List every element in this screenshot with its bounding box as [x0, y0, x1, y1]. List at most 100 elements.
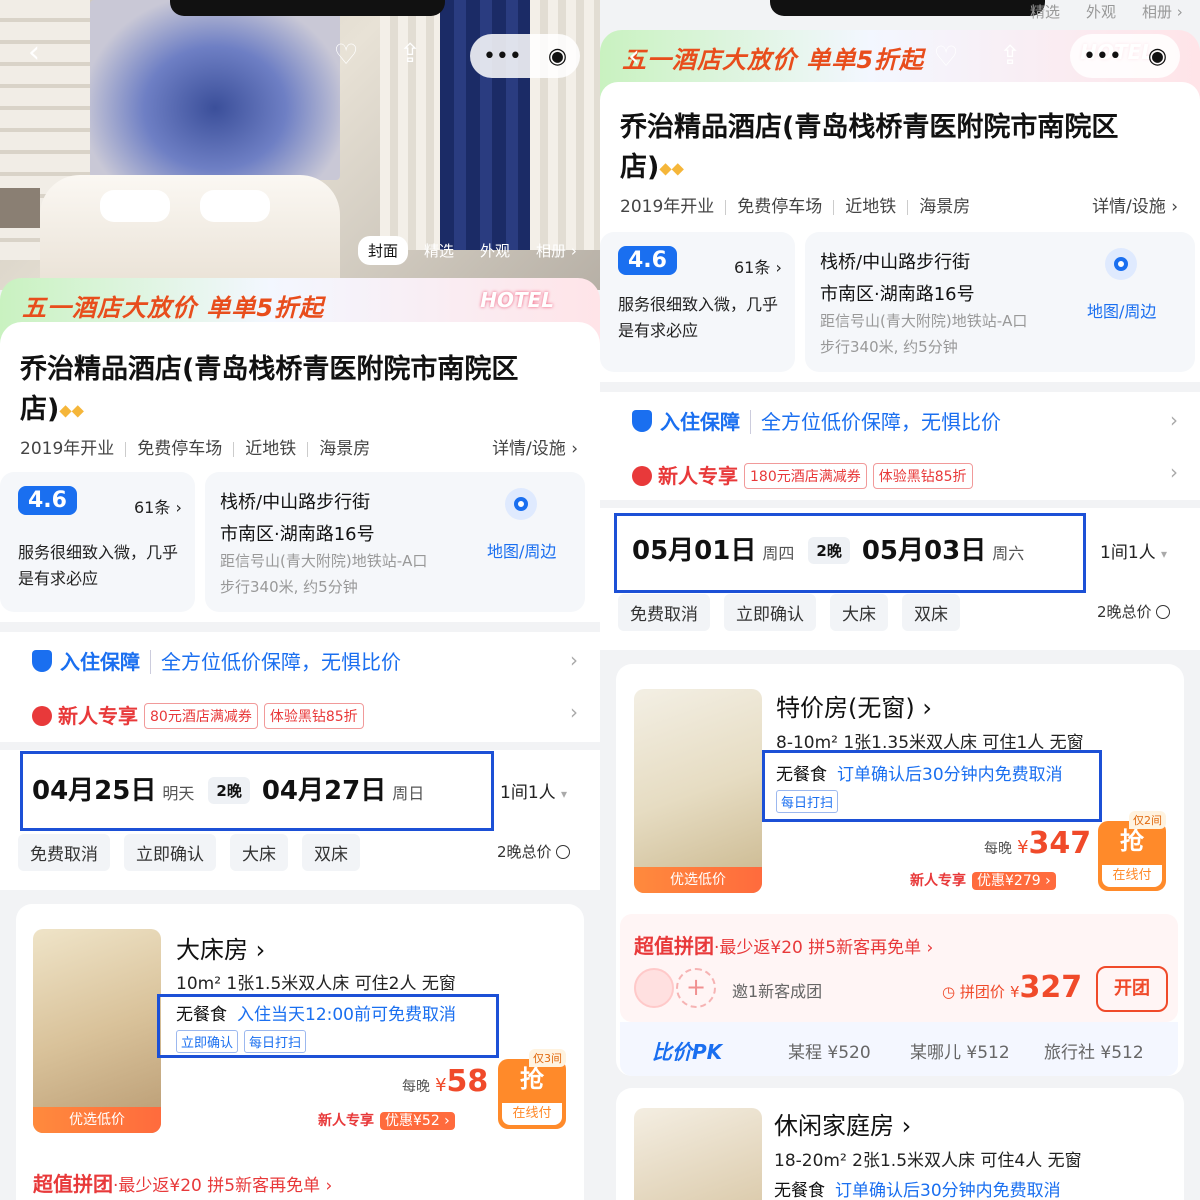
more-icon[interactable]: •••: [483, 44, 522, 69]
rooms-guests-selector[interactable]: 1间1人 ▾: [1100, 538, 1167, 563]
diamond-rating-icon: ◆◆: [659, 158, 684, 178]
address-box[interactable]: 栈桥/中山路步行街 市南区·湖南路16号 距信号山(青大附院)地铁站-A口 步行3…: [205, 472, 585, 612]
area-name: 栈桥/中山路步行街: [820, 252, 971, 273]
photo-tab-selected[interactable]: 精选: [414, 236, 464, 265]
highlight-box-dates: [20, 751, 494, 831]
details-link[interactable]: 详情/设施 ›: [1092, 192, 1178, 217]
price-compare-bar[interactable]: 比价PK 某程 ¥520 某哪儿 ¥512 旅行社 ¥512: [620, 1022, 1178, 1076]
diamond-rating-icon: ◆◆: [59, 400, 84, 420]
gift-icon: [632, 466, 652, 486]
room-card[interactable]: 优选低价 特价房(无窗) › 8-10m² 1张1.35米双人床 可住1人 无窗…: [616, 664, 1184, 1076]
filter-king-bed[interactable]: 大床: [230, 834, 288, 871]
room-name[interactable]: 大床房 ›: [176, 930, 265, 965]
room-image[interactable]: [634, 1108, 762, 1200]
group-price: ◷ 拼团价 ¥327: [942, 970, 1083, 1005]
filter-twin-bed[interactable]: 双床: [302, 834, 360, 871]
hotel-info-card: 乔治精品酒店(青岛栈桥青医附院市南院区店)◆◆ 2019年开业 免费停车场 近地铁海…: [0, 322, 600, 750]
hotel-title: 乔治精品酒店(青岛栈桥青医附院市南院区店)◆◆: [20, 354, 519, 425]
guarantee-row[interactable]: 入住保障 全方位低价保障，无惧比价: [632, 406, 1001, 435]
checkbox-icon: [1156, 605, 1171, 619]
hotel-info-card: 乔治精品酒店(青岛栈桥青医附院市南院区店)◆◆ 2019年开业 免费停车场 近地铁海…: [600, 82, 1200, 382]
filter-free-cancel[interactable]: 免费取消: [18, 834, 110, 871]
mini-program-capsule[interactable]: ••• ◉: [470, 34, 580, 78]
filter-instant-confirm[interactable]: 立即确认: [724, 594, 816, 631]
back-icon[interactable]: ‹: [14, 32, 54, 72]
mini-program-capsule[interactable]: ••• ◉: [1070, 34, 1180, 78]
chevron-right-icon: ›: [570, 700, 578, 724]
room-name[interactable]: 休闲家庭房 ›: [774, 1106, 911, 1141]
room-spec: 18-20m² 2张1.5米双人床 可住4人 无窗: [774, 1151, 1082, 1171]
room-image[interactable]: 优选低价: [33, 929, 161, 1133]
review-summary[interactable]: 4.6 61条 › 服务很细致入微，几乎是有求必应: [0, 472, 195, 612]
checkbox-icon: [556, 845, 571, 859]
book-button[interactable]: 仅3间抢在线付: [498, 1049, 566, 1129]
hotel-title: 乔治精品酒店(青岛栈桥青医附院市南院区店)◆◆: [620, 112, 1119, 183]
coupon-tag: 80元酒店满减券: [144, 703, 258, 729]
price-compare-title: 比价PK: [652, 1040, 723, 1064]
coupon-tag: 180元酒店满减券: [744, 463, 867, 489]
photo-tab-exterior[interactable]: 外观: [470, 236, 520, 265]
room-price: 每晚 ¥347: [984, 826, 1092, 861]
location-pin-icon: [1105, 248, 1137, 280]
plus-icon[interactable]: +: [676, 968, 716, 1008]
new-user-discount: 新人专享 优惠¥279 ›: [910, 870, 1056, 890]
phone-notch: [170, 0, 445, 16]
more-icon[interactable]: •••: [1083, 44, 1122, 69]
compare-item: 某哪儿 ¥512: [910, 1043, 1010, 1063]
review-count[interactable]: 61条 ›: [734, 254, 782, 278]
shield-icon: [632, 410, 652, 432]
back-icon[interactable]: ‹: [614, 36, 654, 76]
highlight-box-cancel: [157, 994, 499, 1058]
share-icon[interactable]: ⇪: [990, 36, 1030, 76]
left-screenshot: ‹ ♡ ⇪ ••• ◉ 封面 精选 外观 相册 › 五一酒店大放价 单单5折起 H…: [0, 0, 600, 1200]
filter-free-cancel[interactable]: 免费取消: [618, 594, 710, 631]
start-group-button[interactable]: 开团: [1096, 966, 1168, 1012]
score-badge: 4.6: [18, 486, 77, 515]
chevron-right-icon: ›: [570, 648, 578, 672]
black-diamond-tag: 体验黑钻85折: [263, 703, 364, 729]
phone-notch: [770, 0, 1045, 16]
filter-chips: 免费取消 立即确认 大床 双床: [618, 594, 960, 631]
share-icon[interactable]: ⇪: [390, 34, 430, 74]
promo-banner-text: 五一酒店大放价 单单5折起: [622, 46, 925, 74]
score-badge: 4.6: [618, 246, 677, 275]
address-box[interactable]: 栈桥/中山路步行街 市南区·湖南路16号 距信号山(青大附院)地铁站-A口 步行3…: [805, 232, 1195, 372]
new-user-discount: 新人专享 优惠¥52 ›: [318, 1110, 455, 1130]
room-image[interactable]: 优选低价: [634, 689, 762, 893]
room-card[interactable]: 休闲家庭房 › 18-20m² 2张1.5米双人床 可住4人 无窗 无餐食 订单确…: [616, 1088, 1184, 1200]
photo-tab-album[interactable]: 相册 ›: [526, 236, 587, 265]
total-price-toggle[interactable]: 2晚总价: [1097, 601, 1171, 622]
details-link[interactable]: 详情/设施 ›: [492, 434, 578, 459]
right-screenshot: 精选外观相册 › 五一酒店大放价 单单5折起 HOTEL ‹ ♡ ⇪ •••◉ …: [600, 0, 1200, 1200]
map-link[interactable]: 地图/周边: [1087, 298, 1156, 322]
new-user-row[interactable]: 新人专享 180元酒店满减券 体验黑钻85折: [632, 460, 973, 489]
book-button[interactable]: 仅2间抢在线付: [1098, 811, 1166, 891]
room-name[interactable]: 特价房(无窗) ›: [776, 688, 932, 723]
filter-king-bed[interactable]: 大床: [830, 594, 888, 631]
filter-twin-bed[interactable]: 双床: [902, 594, 960, 631]
new-user-row[interactable]: 新人专享 80元酒店满减券 体验黑钻85折: [32, 700, 364, 729]
total-price-toggle[interactable]: 2晚总价: [497, 841, 571, 862]
guarantee-row[interactable]: 入住保障 全方位低价保障，无惧比价: [32, 646, 401, 675]
group-buy-section: 超值拼团·最少返¥20 拼5新客再免单 › + 邀1新客成团 ◷ 拼团价 ¥32…: [620, 914, 1178, 1022]
review-count[interactable]: 61条 ›: [134, 494, 182, 518]
street-address: 市南区·湖南路16号: [220, 524, 375, 545]
close-circle-icon[interactable]: ◉: [548, 44, 567, 69]
filter-instant-confirm[interactable]: 立即确认: [124, 834, 216, 871]
group-buy-banner[interactable]: 超值拼团·最少返¥20 拼5新客再免单 ›: [33, 1168, 332, 1197]
heart-icon[interactable]: ♡: [926, 36, 966, 76]
group-invite-text: 邀1新客成团: [732, 982, 823, 1001]
room-price: 每晚 ¥58: [402, 1064, 489, 1099]
close-circle-icon[interactable]: ◉: [1148, 44, 1167, 69]
avatar: [634, 968, 674, 1008]
review-summary[interactable]: 4.6 61条 › 服务很细致入微，几乎是有求必应: [600, 232, 795, 372]
photo-tab-cover[interactable]: 封面: [358, 236, 409, 265]
map-link[interactable]: 地图/周边: [487, 538, 556, 562]
area-name: 栈桥/中山路步行街: [220, 492, 371, 513]
group-buy-banner[interactable]: 超值拼团·最少返¥20 拼5新客再免单 ›: [634, 930, 933, 959]
heart-icon[interactable]: ♡: [326, 34, 366, 74]
black-diamond-tag: 体验黑钻85折: [872, 463, 973, 489]
hotel-features: 2019年开业 免费停车场 近地铁 海景房: [620, 197, 971, 217]
rooms-guests-selector[interactable]: 1间1人 ▾: [500, 778, 567, 803]
highlight-box-dates: [614, 513, 1086, 593]
